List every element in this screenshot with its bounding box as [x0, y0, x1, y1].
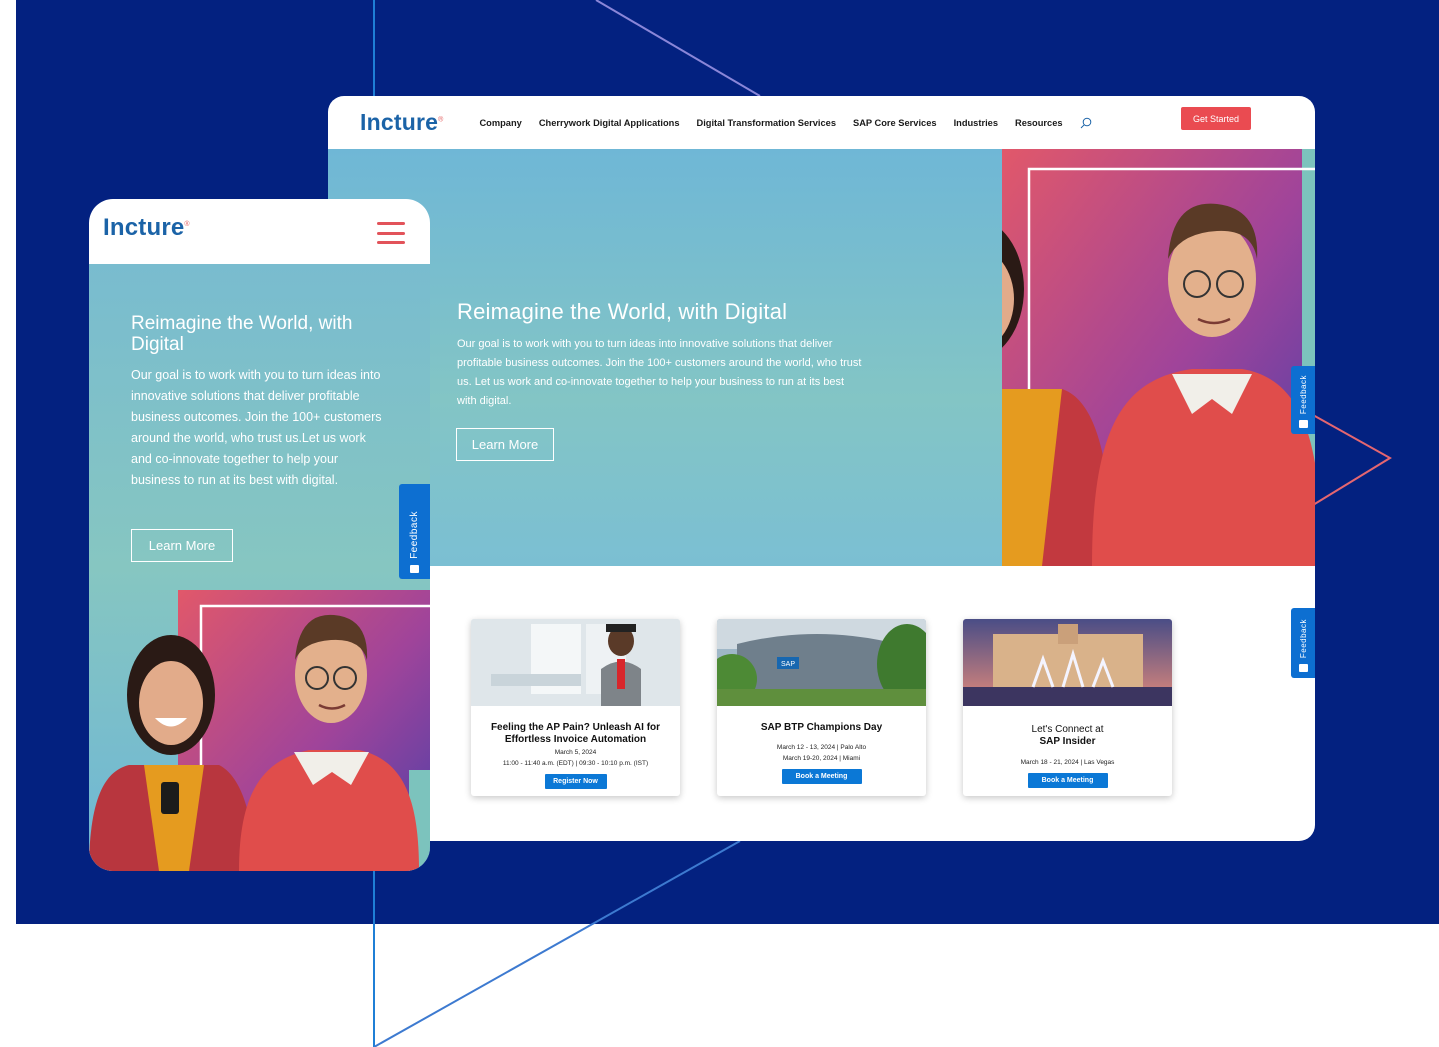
event-card-btp[interactable]: SAP SAP BTP Champions Day March 12 - 13,… [717, 619, 926, 796]
event-date: March 12 - 13, 2024 | Palo Alto [776, 744, 867, 751]
get-started-button[interactable]: Get Started [1181, 107, 1251, 130]
event-title-line1: Let's Connect at [1031, 724, 1104, 735]
learn-more-button[interactable]: Learn More [131, 529, 233, 562]
feedback-label: Feedback [1298, 374, 1308, 414]
desktop-hero: Reimagine the World, with Digital Our go… [328, 149, 1315, 566]
event-card-sap-insider[interactable]: Let's Connect at SAP Insider March 18 - … [963, 619, 1172, 796]
showcase-stage: Incture® Company Cherrywork Digital Appl… [0, 0, 1439, 1047]
event-date: March 5, 2024 [554, 749, 597, 756]
feedback-tab-lower[interactable]: Feedback [1291, 608, 1315, 678]
learn-more-button[interactable]: Learn More [456, 428, 554, 461]
nav-sap-core[interactable]: SAP Core Services [853, 118, 937, 128]
hero-people-image [89, 590, 430, 871]
hamburger-menu-icon[interactable] [377, 222, 405, 244]
events-cards: Feeling the AP Pain? Unleash AI for Effo… [471, 619, 1172, 796]
hero-description: Our goal is to work with you to turn ide… [457, 338, 862, 407]
mobile-mockup: Incture® Reimagine the World, with Digit… [89, 199, 430, 871]
event-date-2: March 19-20, 2024 | Miami [782, 755, 861, 762]
event-image-office [471, 619, 680, 706]
hero-people-image [1002, 149, 1315, 566]
feedback-icon [410, 565, 419, 573]
mobile-header: Incture® [89, 199, 430, 264]
nav-resources[interactable]: Resources [1015, 118, 1063, 128]
search-icon[interactable] [1080, 117, 1092, 129]
register-now-button[interactable]: Register Now [544, 774, 607, 789]
event-time: 11:00 - 11:40 a.m. (EDT) | 09:30 - 10:10… [502, 760, 649, 767]
feedback-tab[interactable]: Feedback [1291, 366, 1315, 434]
brand-logo[interactable]: Incture® [360, 109, 443, 136]
main-menu: Company Cherrywork Digital Applications … [479, 117, 1091, 129]
event-image-sap-building: SAP [717, 619, 926, 706]
event-card-ap-pain[interactable]: Feeling the AP Pain? Unleash AI for Effo… [471, 619, 680, 796]
mobile-hero: Reimagine the World, with Digital Our go… [89, 264, 430, 871]
feedback-label: Feedback [1298, 618, 1308, 658]
hero-title: Reimagine the World, with Digital [131, 313, 353, 355]
event-title: Feeling the AP Pain? Unleash AI for Effo… [490, 722, 661, 745]
svg-text:SAP: SAP [781, 661, 795, 668]
nav-company[interactable]: Company [479, 118, 521, 128]
nav-industries[interactable]: Industries [954, 118, 998, 128]
feedback-label: Feedback [409, 511, 420, 559]
brand-logo[interactable]: Incture® [103, 214, 190, 242]
book-meeting-button[interactable]: Book a Meeting [1027, 773, 1108, 788]
feedback-tab[interactable]: Feedback [399, 484, 430, 579]
feedback-icon [1298, 664, 1308, 672]
hero-description: Our goal is to work with you to turn ide… [131, 368, 382, 487]
event-date: March 18 - 21, 2024 | Las Vegas [1020, 759, 1115, 766]
desktop-mockup: Incture® Company Cherrywork Digital Appl… [328, 96, 1315, 841]
hero-title: Reimagine the World, with Digital [457, 299, 788, 324]
event-title-line2: SAP Insider [1039, 736, 1096, 747]
event-title: SAP BTP Champions Day [760, 722, 883, 733]
nav-digital-transformation[interactable]: Digital Transformation Services [697, 118, 837, 128]
nav-cherrywork[interactable]: Cherrywork Digital Applications [539, 118, 680, 128]
book-meeting-button[interactable]: Book a Meeting [781, 769, 862, 784]
event-image-las-vegas [963, 619, 1172, 706]
feedback-icon [1298, 420, 1308, 428]
desktop-navbar: Incture® Company Cherrywork Digital Appl… [328, 96, 1315, 149]
